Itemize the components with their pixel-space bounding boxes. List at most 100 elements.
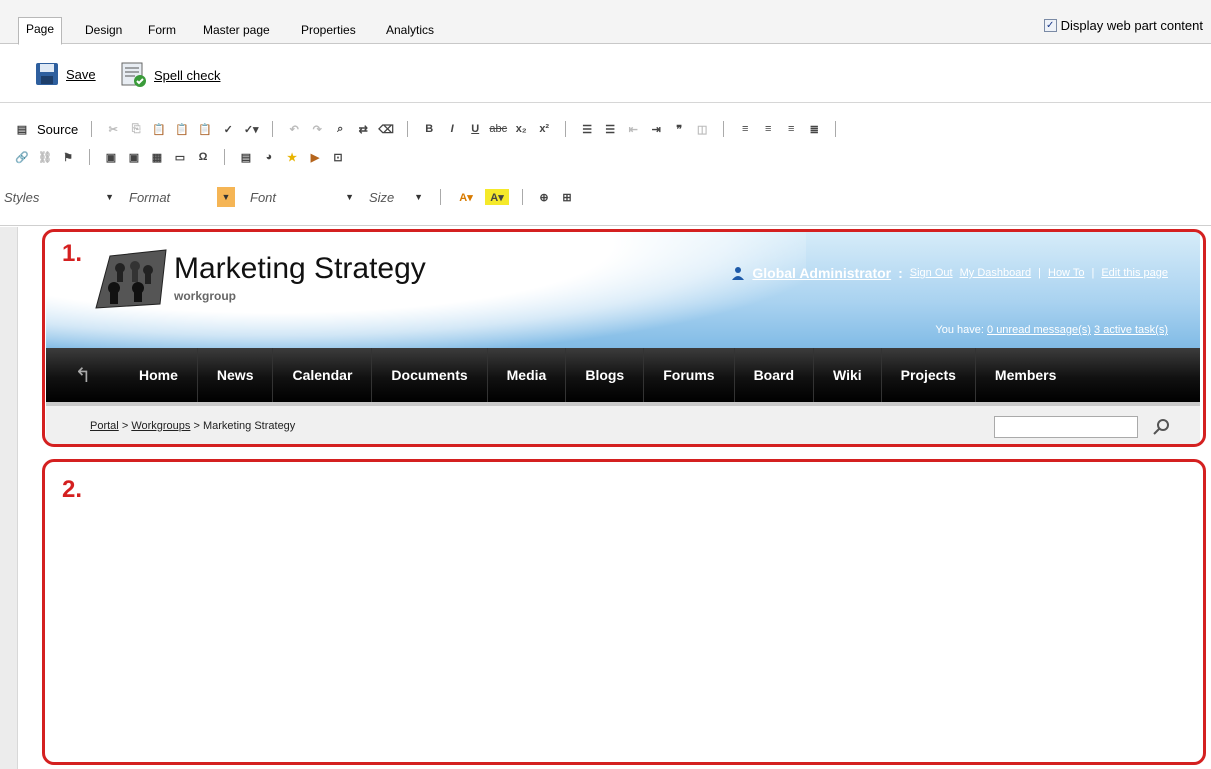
anchor-icon[interactable]: ⚑ — [60, 149, 76, 165]
tab-bar: Page Design Form Master page Properties … — [0, 0, 1211, 45]
separator — [224, 149, 225, 165]
separator — [89, 149, 90, 165]
chevron-down-icon: ▼ — [345, 192, 354, 202]
find-icon[interactable]: ⌕ — [332, 121, 348, 137]
redo-icon[interactable]: ↷ — [309, 121, 325, 137]
font-label: Font — [250, 189, 277, 205]
copy-icon[interactable]: ⎘ — [128, 121, 144, 137]
star-icon[interactable]: ★ — [284, 149, 300, 165]
tab-label: Design — [85, 23, 123, 37]
tab-label: Page — [26, 22, 55, 36]
format-label: Format — [129, 189, 171, 205]
tab-label: Form — [148, 23, 176, 37]
spellcheck-icon[interactable]: ✓ — [220, 121, 236, 137]
separator — [91, 121, 93, 137]
justify-icon[interactable]: ≣ — [806, 121, 822, 137]
zone-2-number: 2. — [62, 476, 83, 503]
tab-properties[interactable]: Properties — [301, 18, 356, 44]
styles-combo[interactable]: Styles ▼ — [0, 187, 118, 207]
image-icon[interactable]: ▣ — [103, 149, 119, 165]
superscript-icon[interactable]: x² — [536, 121, 552, 137]
save-icon — [36, 63, 58, 85]
toolbar-row-3: Styles ▼ Format ▼ Font ▼ Size ▼ A▾ A▾ ⊕ ⊞ — [0, 186, 575, 208]
action-bar: Save Spell check — [0, 45, 1211, 103]
blockquote-icon[interactable]: ❞ — [671, 121, 687, 137]
subscript-icon[interactable]: x₂ — [513, 121, 529, 137]
size-label: Size — [369, 189, 395, 205]
paste-text-icon[interactable]: 📋 — [174, 121, 190, 137]
media-icon[interactable]: ◕ — [261, 149, 277, 165]
display-web-part-toggle[interactable]: ✓ Display web part content — [1043, 18, 1203, 33]
zone-1-outline — [42, 229, 1206, 447]
widget-icon[interactable]: ⊡ — [330, 149, 346, 165]
chevron-down-icon: ▼ — [414, 192, 423, 202]
undo-icon[interactable]: ↶ — [286, 121, 302, 137]
chevron-down-icon: ▼ — [217, 187, 235, 207]
tab-page[interactable]: Page — [18, 17, 63, 45]
separator — [835, 121, 837, 137]
underline-icon[interactable]: U — [467, 121, 483, 137]
div-icon[interactable]: ◫ — [694, 121, 710, 137]
tab-master-page[interactable]: Master page — [203, 18, 270, 44]
separator — [723, 121, 725, 137]
size-combo[interactable]: Size ▼ — [365, 187, 427, 207]
link-icon[interactable]: 🔗 — [14, 149, 30, 165]
maximize-icon[interactable]: ⊕ — [536, 189, 552, 205]
preview-left-gutter — [0, 227, 18, 769]
numbered-list-icon[interactable]: ☰ — [579, 121, 595, 137]
spell-check-label: Spell check — [154, 67, 221, 83]
display-web-part-label: Display web part content — [1060, 18, 1203, 33]
save-button[interactable]: Save — [34, 61, 96, 87]
text-color-icon[interactable]: A▾ — [454, 189, 478, 205]
tab-design[interactable]: Design — [85, 18, 122, 44]
align-right-icon[interactable]: ≡ — [783, 121, 799, 137]
align-left-icon[interactable]: ≡ — [737, 121, 753, 137]
paste-icon[interactable]: 📋 — [151, 121, 167, 137]
chevron-down-icon: ▼ — [105, 192, 114, 202]
outdent-icon[interactable]: ⇤ — [625, 121, 641, 137]
zone-1-number: 1. — [62, 240, 83, 267]
tab-label: Properties — [301, 23, 356, 37]
special-char-icon[interactable]: Ω — [195, 149, 211, 165]
youtube-icon[interactable]: ▶ — [307, 149, 323, 165]
replace-icon[interactable]: ⇄ — [355, 121, 371, 137]
font-combo[interactable]: Font ▼ — [246, 187, 358, 207]
template-icon[interactable]: ▤ — [238, 149, 254, 165]
display-web-part-checkbox[interactable]: ✓ — [1043, 19, 1057, 32]
tab-form[interactable]: Form — [148, 18, 176, 44]
editor-toolbar: ▤ Source ✂ ⎘ 📋 📋 📋 ✓ ✓▾ ↶ ↷ ⌕ ⇄ ⌫ B I U … — [0, 104, 1211, 226]
spell-check-button[interactable]: Spell check — [120, 61, 220, 89]
spellcheck-dropdown-icon[interactable]: ✓▾ — [243, 121, 259, 137]
toolbar-row-1: ▤ Source ✂ ⎘ 📋 📋 📋 ✓ ✓▾ ↶ ↷ ⌕ ⇄ ⌫ B I U … — [14, 118, 842, 140]
source-icon: ▤ — [16, 123, 28, 136]
paste-word-icon[interactable]: 📋 — [197, 121, 213, 137]
eraser-icon[interactable]: ⌫ — [378, 121, 394, 137]
bulleted-list-icon[interactable]: ☰ — [602, 121, 618, 137]
styles-label: Styles — [4, 189, 40, 205]
insert-image-icon[interactable]: ▣ — [126, 149, 142, 165]
bold-icon[interactable]: B — [421, 121, 437, 137]
separator — [565, 121, 567, 137]
save-label: Save — [66, 66, 96, 82]
zone-2-outline — [42, 459, 1206, 765]
separator — [407, 121, 409, 137]
indent-icon[interactable]: ⇥ — [648, 121, 664, 137]
source-button[interactable]: Source — [37, 122, 78, 137]
toolbar-row-2: 🔗 ⛓ ⚑ ▣ ▣ ▦ ▭ Ω ▤ ◕ ★ ▶ ⊡ — [14, 146, 346, 168]
show-blocks-icon[interactable]: ⊞ — [559, 189, 575, 205]
cut-icon[interactable]: ✂ — [105, 121, 121, 137]
separator — [522, 189, 523, 205]
strikethrough-icon[interactable]: abc — [489, 121, 507, 137]
table-icon[interactable]: ▦ — [149, 149, 165, 165]
unlink-icon[interactable]: ⛓ — [37, 149, 53, 165]
align-center-icon[interactable]: ≡ — [760, 121, 776, 137]
tab-label: Analytics — [386, 23, 435, 37]
format-combo[interactable]: Format ▼ — [125, 187, 239, 207]
bg-color-icon[interactable]: A▾ — [485, 189, 509, 205]
spell-check-icon — [121, 62, 146, 87]
horizontal-rule-icon[interactable]: ▭ — [172, 149, 188, 165]
tab-analytics[interactable]: Analytics — [386, 18, 434, 44]
italic-icon[interactable]: I — [444, 121, 460, 137]
separator — [272, 121, 274, 137]
tab-label: Master page — [203, 23, 270, 37]
